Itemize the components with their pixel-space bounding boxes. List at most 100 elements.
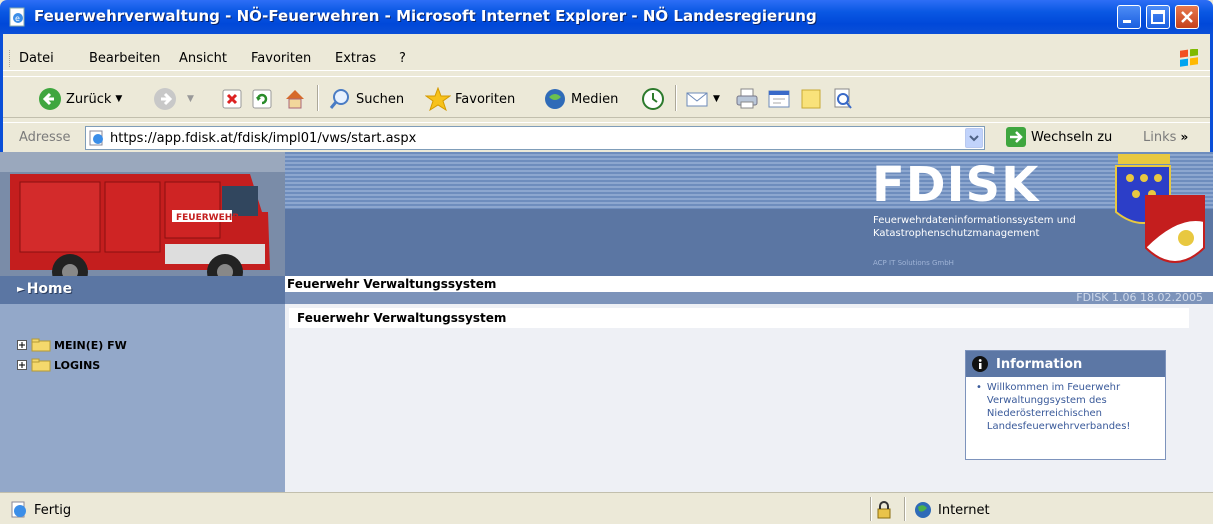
menu-grip (9, 50, 12, 67)
address-label: Adresse (19, 130, 71, 145)
globe-icon (915, 502, 931, 518)
fdisk-logo: FDISK (872, 157, 1040, 213)
tree-item-label: LOGINS (54, 358, 101, 372)
mail-icon (686, 92, 708, 107)
window-title-bar[interactable]: e Feuerwehrverwaltung - NÖ-Feuerwehren -… (0, 0, 1213, 34)
content-title: Feuerwehr Verwaltungssystem (289, 308, 1189, 328)
favorites-button[interactable]: Favoriten (425, 86, 515, 112)
refresh-button[interactable] (251, 86, 273, 112)
lock-icon (877, 501, 891, 519)
edit-button[interactable] (767, 86, 791, 112)
print-button[interactable] (735, 86, 759, 112)
media-label: Medien (571, 91, 619, 107)
refresh-icon (252, 89, 272, 109)
mail-button[interactable]: ▼ (685, 86, 720, 112)
stop-icon (222, 89, 242, 109)
maximize-button[interactable] (1146, 5, 1170, 29)
forward-dropdown-icon[interactable]: ▼ (187, 94, 194, 104)
research-button[interactable] (831, 86, 855, 112)
information-box: Information • Willkommen im Feuerwehr Ve… (965, 350, 1166, 460)
web-page: FEUERWEHR FDISK Feuerwehrdateninformatio… (0, 152, 1213, 492)
bullet-icon: • (976, 382, 982, 393)
stop-button[interactable] (221, 86, 243, 112)
sidebar-tree: MEIN(E) FW LOGINS (0, 304, 285, 492)
links-toolbar[interactable]: Links » (1143, 130, 1188, 145)
minimize-icon (1123, 20, 1131, 23)
mail-dropdown-icon[interactable]: ▼ (713, 94, 720, 104)
discuss-button[interactable] (799, 86, 823, 112)
menu-ansicht[interactable]: Ansicht (179, 51, 227, 66)
media-button[interactable]: Medien (543, 86, 618, 112)
back-arrow-icon (39, 88, 61, 110)
information-heading: Information (996, 356, 1083, 372)
security-status[interactable] (876, 501, 892, 519)
status-separator (870, 497, 872, 521)
back-label: Zurück (66, 91, 112, 107)
forward-button[interactable]: ▼ (153, 86, 194, 112)
lower-austria-crest-logo (1115, 154, 1205, 263)
information-header: Information (966, 351, 1165, 377)
ie-page-icon (11, 501, 26, 518)
toolbar-separator (675, 85, 677, 111)
expand-plus-icon[interactable] (17, 359, 28, 371)
home-link[interactable]: ► Home (17, 281, 72, 297)
links-label: Links (1143, 130, 1177, 145)
go-button[interactable]: Wechseln zu (1006, 127, 1112, 147)
tree-item-logins[interactable]: LOGINS (17, 358, 100, 372)
address-bar: Adresse https://app.fdisk.at/fdisk/impl0… (3, 122, 1210, 152)
menu-bearbeiten[interactable]: Bearbeiten (89, 51, 160, 66)
ie-page-icon: e (9, 7, 25, 27)
status-separator (904, 497, 906, 521)
menu-bar: Datei Bearbeiten Ansicht Favoriten Extra… (3, 47, 1210, 71)
menu-datei[interactable]: Datei (19, 51, 54, 66)
menu-help[interactable]: ? (399, 51, 406, 66)
maximize-icon (1151, 10, 1165, 24)
chevron-right-icon: » (1180, 130, 1189, 144)
favorites-label: Favoriten (455, 91, 516, 107)
home-icon (286, 90, 304, 109)
fire-truck-image: FEUERWEHR (0, 152, 285, 292)
close-icon (1181, 11, 1193, 23)
note-icon (801, 89, 821, 109)
history-icon (642, 88, 664, 110)
close-button[interactable] (1175, 5, 1199, 29)
expand-plus-icon[interactable] (17, 339, 28, 351)
home-label: Home (26, 281, 73, 297)
edit-icon (768, 90, 790, 108)
fdisk-subtitle: Feuerwehrdateninformationssystem und Kat… (873, 214, 1113, 240)
print-icon (736, 88, 758, 109)
app-title: Feuerwehr Verwaltungssystem (287, 277, 497, 291)
zone-status[interactable]: Internet (914, 501, 990, 519)
ie-page-icon (89, 130, 103, 146)
status-text: Fertig (34, 502, 72, 518)
folder-icon (31, 358, 51, 372)
zone-text: Internet (938, 502, 990, 518)
status-message: Fertig (10, 501, 71, 519)
home-button[interactable] (283, 86, 307, 112)
search-label: Suchen (356, 91, 405, 107)
status-bar: Fertig Internet (0, 492, 1213, 524)
back-button[interactable]: Zurück ▼ (38, 86, 122, 112)
fdisk-subtitle-line1: Feuerwehrdateninformationssystem und (873, 215, 1076, 226)
media-icon (545, 89, 565, 109)
menu-extras[interactable]: Extras (335, 51, 376, 66)
history-button[interactable] (641, 86, 665, 112)
home-bar: ► Home (0, 276, 285, 304)
main-content: Feuerwehr Verwaltungssystem Information … (285, 304, 1213, 492)
information-text: Willkommen im Feuerwehr Verwaltunggsyste… (986, 382, 1131, 432)
menu-favoriten[interactable]: Favoriten (251, 51, 311, 66)
window-title: Feuerwehrverwaltung - NÖ-Feuerwehren - M… (34, 7, 817, 25)
tree-item-mein-fw[interactable]: MEIN(E) FW (17, 338, 127, 352)
minimize-button[interactable] (1117, 5, 1141, 29)
go-label: Wechseln zu (1031, 129, 1113, 145)
research-icon (834, 88, 852, 109)
address-dropdown-button[interactable] (965, 128, 983, 148)
truck-label: FEUERWEHR (176, 213, 239, 223)
version-bar: FDISK 1.06 18.02.2005 (285, 291, 1213, 304)
search-button[interactable]: Suchen (328, 86, 404, 112)
windows-logo-icon (1180, 49, 1198, 67)
company-name: ACP IT Solutions GmbH (873, 259, 954, 267)
tree-item-label: MEIN(E) FW (54, 338, 127, 352)
address-input[interactable]: https://app.fdisk.at/fdisk/impl01/vws/st… (85, 126, 985, 150)
back-dropdown-icon[interactable]: ▼ (115, 94, 122, 104)
